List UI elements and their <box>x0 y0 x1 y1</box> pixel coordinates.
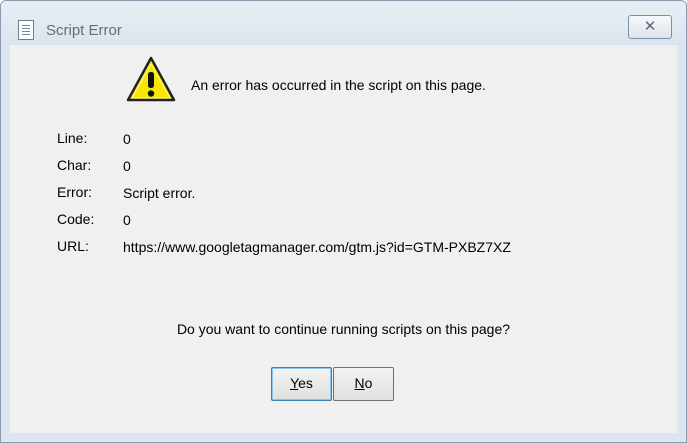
no-label: o <box>364 375 373 391</box>
field-value: 0 <box>123 212 131 228</box>
title-bar[interactable]: Script Error ✕ <box>1 1 686 45</box>
field-label: Code: <box>57 211 95 227</box>
dialog-body: An error has occurred in the script on t… <box>10 45 677 433</box>
yes-mnemonic: Y <box>290 375 299 391</box>
field-value: https://www.googletagmanager.com/gtm.js?… <box>123 239 511 255</box>
document-icon <box>18 20 34 40</box>
no-mnemonic: N <box>354 375 365 391</box>
continue-question: Do you want to continue running scripts … <box>176 321 511 337</box>
error-message: An error has occurred in the script on t… <box>191 77 486 93</box>
field-value: Script error. <box>123 185 196 201</box>
no-button[interactable]: No <box>333 367 394 401</box>
field-label: Char: <box>57 157 92 173</box>
field-label: URL: <box>57 238 89 254</box>
yes-button[interactable]: Yes <box>271 367 332 401</box>
field-label: Error: <box>57 184 92 200</box>
yes-label: es <box>298 375 313 391</box>
close-button[interactable]: ✕ <box>628 15 672 39</box>
script-error-window: Script Error ✕ An error has occurred in … <box>0 0 687 443</box>
close-icon: ✕ <box>643 17 657 35</box>
field-value: 0 <box>123 158 131 174</box>
field-label: Line: <box>57 130 88 146</box>
warning-icon <box>126 56 176 102</box>
window-title: Script Error <box>46 22 122 39</box>
field-value: 0 <box>123 131 131 147</box>
